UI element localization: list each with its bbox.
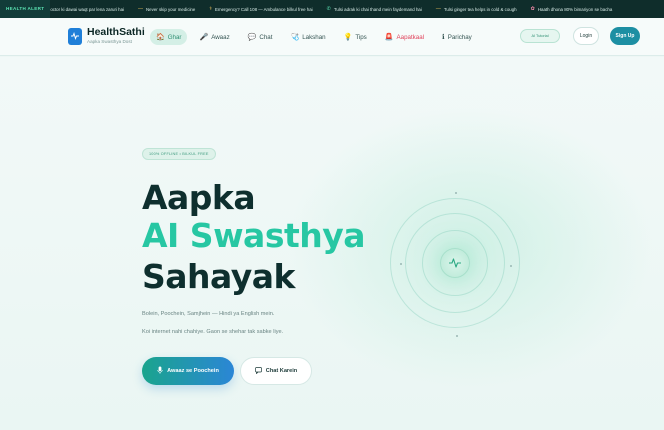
ticker-text: Tulsi ginger tea helps in cold & cough	[443, 6, 517, 12]
ai-orb-visual	[390, 190, 520, 340]
signup-button[interactable]: Sign Up	[610, 27, 640, 45]
heartbeat-logo-icon	[68, 27, 82, 45]
chat-icon: 💬	[247, 34, 257, 41]
ticker-item: ⚕ Emergency? Call 108 — Ambulance bilkul…	[209, 6, 326, 12]
ticker-item: ✆ Tulsi adrak ki chai thand mein faydema…	[327, 6, 436, 12]
orbit-dot	[456, 335, 458, 337]
nav-item-ghar[interactable]: 🏠 Ghar	[150, 29, 188, 45]
flower-icon: ✿	[530, 6, 535, 12]
nav-label: Tips	[355, 33, 367, 41]
bulb-icon: 💡	[343, 34, 353, 41]
nav-item-parichay[interactable]: ℹ Parichay	[436, 29, 478, 45]
ticker-tag: HEALTH ALERT	[0, 0, 51, 18]
top-navigation: HealthSathi Aapka Swasthya Dost 🏠 Ghar 🎤…	[0, 18, 664, 56]
orbit-dot	[455, 192, 457, 194]
stethoscope-icon: 🩺	[290, 34, 300, 41]
home-icon: 🏠	[156, 34, 165, 41]
ticker-text: Haath dhona 80% bimariyon se bacha	[537, 6, 613, 12]
ticker-text: Emergency? Call 108 — Ambulance bilkul f…	[215, 6, 313, 12]
ai-tutorial-pill[interactable]: AI Tutorial	[520, 29, 560, 43]
chat-button[interactable]: Chat Karein	[240, 357, 312, 385]
brand[interactable]: HealthSathi Aapka Swasthya Dost	[68, 27, 145, 45]
ticker-item: — Tulsi ginger tea helps in cold & cough	[436, 6, 531, 12]
nav-label: Ghar	[167, 33, 182, 41]
mic-icon	[157, 366, 163, 376]
hero-title-line-2: AI Swasthya	[142, 216, 366, 255]
nav-item-lakshan[interactable]: 🩺 Lakshan	[284, 29, 331, 45]
ticker-item: ✿ Haath dhona 80% bimariyon se bacha	[531, 6, 627, 12]
chat-button-label: Chat Karein	[265, 368, 298, 374]
ticker-track: octor ki dawai waqt par lena zaruri hai …	[50, 6, 626, 12]
hero-subtitle-2: Koi internet nahi chahiye. Gaon se sheha…	[142, 329, 284, 335]
mic-icon: 🎤	[199, 34, 209, 41]
ticker-item: — Never skip your medicine	[138, 6, 209, 12]
emergency-icon: 🚨	[384, 34, 394, 41]
nav-label: Awaaz	[211, 33, 230, 41]
orbit-dot	[510, 265, 512, 267]
offline-badge-text: 100% OFFLINE • BILKUL FREE	[149, 152, 209, 156]
nav-item-chat[interactable]: 💬 Chat	[242, 29, 279, 45]
nav-item-tips[interactable]: 💡 Tips	[338, 29, 373, 45]
orbit-dot	[400, 263, 402, 265]
ticker-text: Never skip your medicine	[146, 6, 196, 12]
dash-icon: —	[138, 6, 144, 12]
hero-title-line-3: Sahayak	[142, 257, 296, 296]
brand-subtitle: Aapka Swasthya Dost	[87, 39, 132, 44]
brand-name: HealthSathi	[87, 26, 145, 38]
nav-label: Lakshan	[302, 33, 326, 41]
ai-pill-label: AI Tutorial	[531, 34, 549, 38]
nav-links: 🏠 Ghar 🎤 Awaaz 💬 Chat 🩺 Lakshan 💡 Tips 🚨…	[150, 29, 484, 45]
voice-button-label: Awaaz se Poochein	[167, 368, 219, 374]
hero-subtitle-1: Bolein, Poochein, Samjhein — Hindi ya En…	[142, 311, 275, 317]
phone-icon: ✆	[326, 6, 331, 12]
medical-icon: ⚕	[209, 6, 213, 12]
health-alert-ticker: HEALTH ALERT octor ki dawai waqt par len…	[0, 0, 664, 18]
ticker-text: octor ki dawai waqt par lena zaruri hai	[50, 6, 125, 12]
nav-label: Parichay	[447, 33, 472, 41]
login-button[interactable]: Login	[573, 27, 599, 45]
brand-text: HealthSathi Aapka Swasthya Dost	[87, 27, 145, 45]
nav-label: Aapatkaal	[396, 33, 425, 41]
nav-item-awaaz[interactable]: 🎤 Awaaz	[193, 29, 235, 45]
ticker-text: Tulsi adrak ki chai thand mein faydemand…	[333, 6, 422, 12]
ask-by-voice-button[interactable]: Awaaz se Poochein	[142, 357, 234, 385]
info-icon: ℹ	[442, 34, 445, 41]
chat-bubble-icon	[254, 366, 262, 376]
nav-label: Chat	[259, 33, 273, 41]
nav-item-aapatkaal[interactable]: 🚨 Aapatkaal	[379, 29, 430, 45]
dash-icon: —	[435, 6, 441, 12]
heartbeat-icon	[440, 248, 470, 278]
offline-badge: 100% OFFLINE • BILKUL FREE	[142, 148, 216, 160]
ticker-item: octor ki dawai waqt par lena zaruri hai	[50, 7, 138, 12]
hero-title-line-1: Aapka	[142, 178, 256, 217]
